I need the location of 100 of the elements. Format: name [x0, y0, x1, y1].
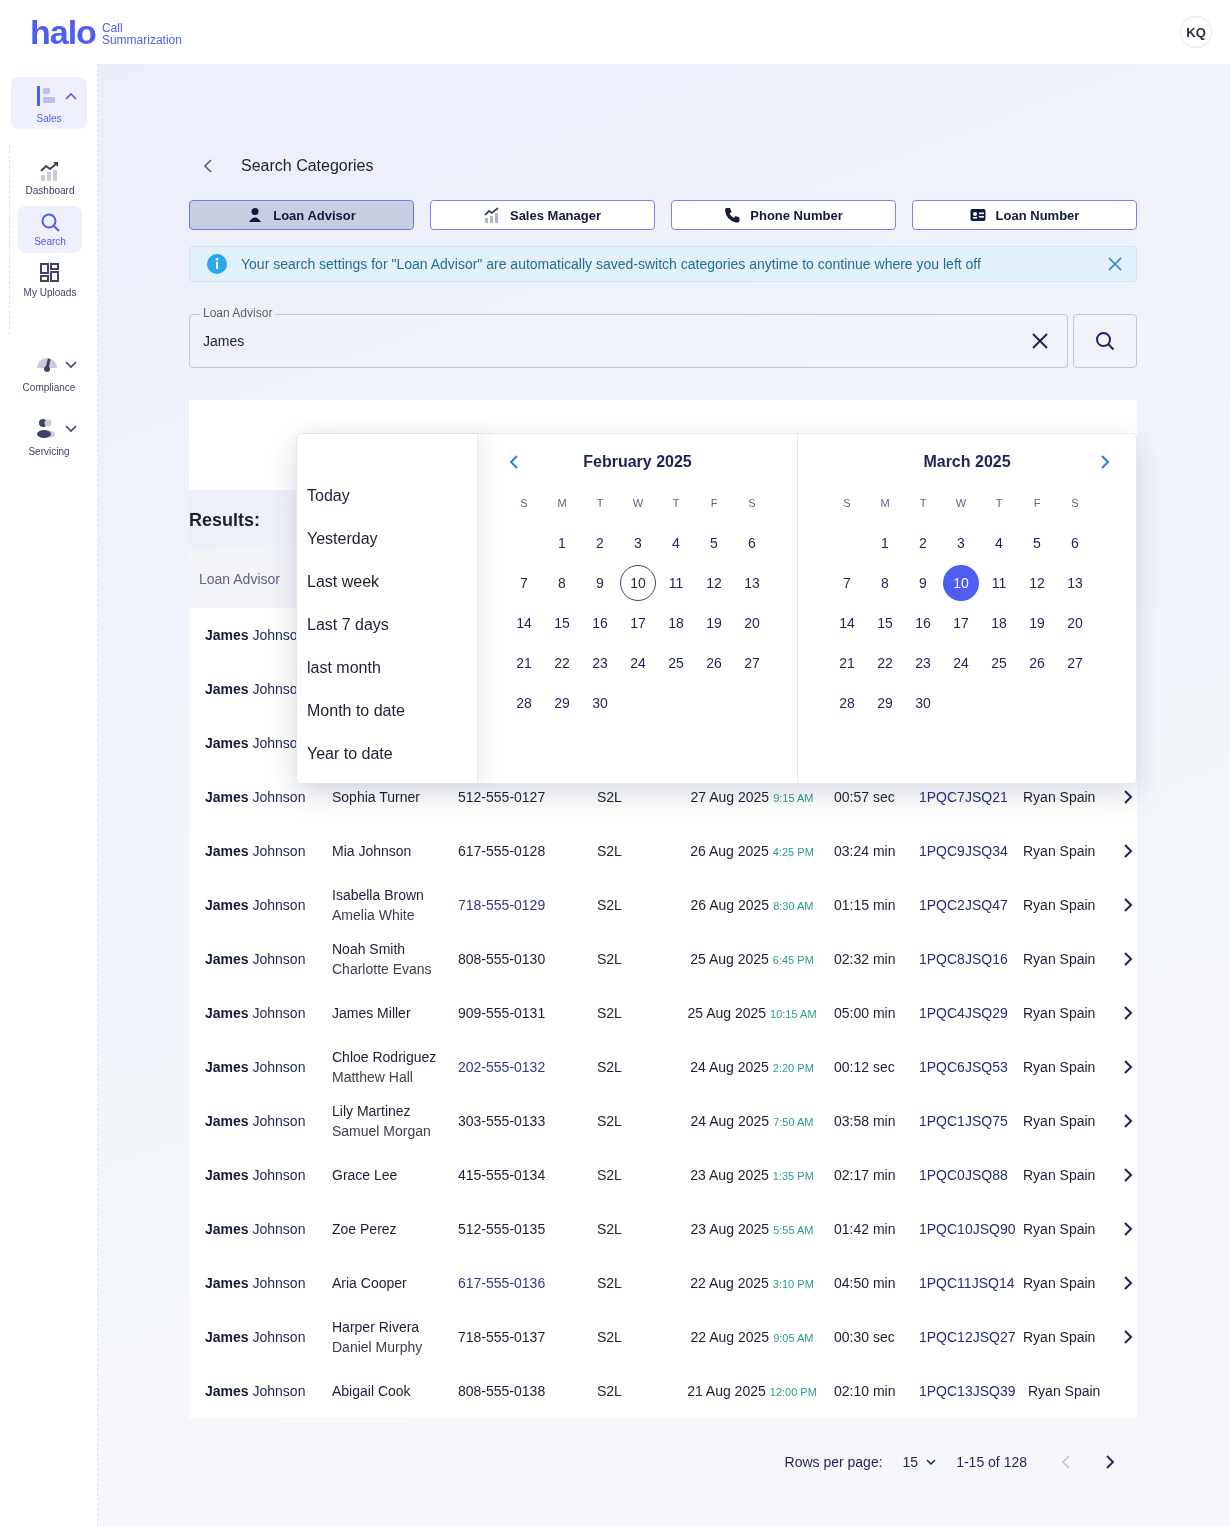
- calendar-day[interactable]: 16: [905, 605, 941, 641]
- calendar-day[interactable]: 15: [867, 605, 903, 641]
- calendar-day[interactable]: 27: [734, 645, 770, 681]
- calendar-day[interactable]: 21: [506, 645, 542, 681]
- calendar-day[interactable]: 22: [867, 645, 903, 681]
- calendar-day[interactable]: 18: [658, 605, 694, 641]
- calendar-day[interactable]: 14: [506, 605, 542, 641]
- calendar-day[interactable]: 30: [582, 685, 618, 721]
- calendar-day[interactable]: 17: [943, 605, 979, 641]
- chevron-right-icon[interactable]: [1123, 1005, 1133, 1021]
- calendar-day[interactable]: 13: [1057, 565, 1093, 601]
- calendar-day[interactable]: 5: [1019, 525, 1055, 561]
- calendar-day[interactable]: 24: [943, 645, 979, 681]
- calendar-day[interactable]: 29: [544, 685, 580, 721]
- sidebar-group[interactable]: Sales: [11, 77, 87, 129]
- calendar-day[interactable]: 2: [905, 525, 941, 561]
- preset-option[interactable]: Today: [307, 484, 467, 508]
- next-month-icon[interactable]: [1100, 454, 1110, 470]
- calendar-day[interactable]: 21: [829, 645, 865, 681]
- calendar-day[interactable]: 25: [658, 645, 694, 681]
- calendar-day[interactable]: 20: [1057, 605, 1093, 641]
- calendar-day[interactable]: 28: [506, 685, 542, 721]
- chevron-right-icon[interactable]: [1123, 1167, 1133, 1183]
- preset-option[interactable]: Last week: [307, 570, 467, 594]
- next-page-icon[interactable]: [1105, 1454, 1115, 1470]
- calendar-day[interactable]: 3: [943, 525, 979, 561]
- preset-option[interactable]: Last 7 days: [307, 613, 467, 637]
- search-button[interactable]: [1073, 314, 1137, 368]
- preset-option[interactable]: Yesterday: [307, 527, 467, 551]
- calendar-day[interactable]: 16: [582, 605, 618, 641]
- chevron-down-icon[interactable]: [65, 361, 77, 369]
- calendar-day[interactable]: 19: [1019, 605, 1055, 641]
- close-icon[interactable]: [1108, 257, 1122, 271]
- chevron-right-icon[interactable]: [1123, 951, 1133, 967]
- calendar-day[interactable]: 6: [1057, 525, 1093, 561]
- rows-per-page-select[interactable]: 15: [902, 1454, 937, 1470]
- calendar-day[interactable]: 11: [981, 565, 1017, 601]
- calendar-day[interactable]: 28: [829, 685, 865, 721]
- calendar-day[interactable]: 6: [734, 525, 770, 561]
- calendar-day[interactable]: 26: [696, 645, 732, 681]
- category-tab[interactable]: Loan Advisor: [189, 200, 414, 230]
- calendar-day[interactable]: 9: [582, 565, 618, 601]
- chevron-down-icon[interactable]: [65, 425, 77, 433]
- calendar-day[interactable]: 4: [981, 525, 1017, 561]
- category-tab[interactable]: Sales Manager: [430, 200, 655, 230]
- calendar-day[interactable]: 12: [1019, 565, 1055, 601]
- chevron-right-icon[interactable]: [1123, 1329, 1133, 1345]
- calendar-day[interactable]: 23: [582, 645, 618, 681]
- calendar-day[interactable]: 18: [981, 605, 1017, 641]
- column-header[interactable]: Loan Advisor: [199, 571, 280, 587]
- calendar-day[interactable]: 1: [544, 525, 580, 561]
- calendar-day[interactable]: 22: [544, 645, 580, 681]
- calendar-day[interactable]: 30: [905, 685, 941, 721]
- chevron-right-icon[interactable]: [1123, 1059, 1133, 1075]
- calendar-day[interactable]: 12: [696, 565, 732, 601]
- calendar-day[interactable]: 7: [506, 565, 542, 601]
- category-tab[interactable]: Phone Number: [671, 200, 896, 230]
- calendar-day[interactable]: 20: [734, 605, 770, 641]
- calendar-day[interactable]: 25: [981, 645, 1017, 681]
- category-tab[interactable]: Loan Number: [912, 200, 1137, 230]
- phone-link[interactable]: 202-555-0132: [458, 1059, 597, 1075]
- chevron-right-icon[interactable]: [1123, 1275, 1133, 1291]
- chevron-right-icon[interactable]: [1123, 789, 1133, 805]
- calendar-day[interactable]: 8: [544, 565, 580, 601]
- chevron-right-icon[interactable]: [1123, 843, 1133, 859]
- calendar-day[interactable]: 17: [620, 605, 656, 641]
- calendar-day[interactable]: 1: [867, 525, 903, 561]
- calendar-day[interactable]: 13: [734, 565, 770, 601]
- chevron-right-icon[interactable]: [1123, 897, 1133, 913]
- calendar-day[interactable]: 9: [905, 565, 941, 601]
- chevron-right-icon[interactable]: [1123, 1113, 1133, 1129]
- calendar-day[interactable]: 29: [867, 685, 903, 721]
- preset-option[interactable]: Year to date: [307, 742, 467, 766]
- calendar-day[interactable]: 4: [658, 525, 694, 561]
- phone-link[interactable]: 718-555-0129: [458, 897, 597, 913]
- preset-option[interactable]: last month: [307, 656, 467, 680]
- calendar-day[interactable]: 8: [867, 565, 903, 601]
- calendar-day[interactable]: 2: [582, 525, 618, 561]
- phone-link[interactable]: 617-555-0136: [458, 1275, 597, 1291]
- clear-icon[interactable]: [1031, 332, 1049, 350]
- calendar-day[interactable]: 24: [620, 645, 656, 681]
- logo[interactable]: halo: [30, 17, 96, 47]
- sidebar-group[interactable]: Compliance: [11, 346, 87, 398]
- chevron-right-icon[interactable]: [1123, 1221, 1133, 1237]
- previous-month-icon[interactable]: [509, 454, 519, 470]
- calendar-day[interactable]: 5: [696, 525, 732, 561]
- sidebar-item[interactable]: Search: [18, 206, 82, 253]
- calendar-day[interactable]: 7: [829, 565, 865, 601]
- calendar-day[interactable]: 27: [1057, 645, 1093, 681]
- preset-option[interactable]: Month to date: [307, 699, 467, 723]
- chevron-up-icon[interactable]: [65, 92, 77, 100]
- sidebar-item[interactable]: My Uploads: [18, 257, 82, 304]
- calendar-day[interactable]: 11: [658, 565, 694, 601]
- calendar-day[interactable]: 10: [943, 565, 979, 601]
- calendar-day[interactable]: 15: [544, 605, 580, 641]
- calendar-day[interactable]: 23: [905, 645, 941, 681]
- sidebar-group[interactable]: Servicing: [11, 410, 87, 462]
- sidebar-item[interactable]: Dashboard: [18, 155, 82, 202]
- calendar-day[interactable]: 26: [1019, 645, 1055, 681]
- calendar-day[interactable]: 19: [696, 605, 732, 641]
